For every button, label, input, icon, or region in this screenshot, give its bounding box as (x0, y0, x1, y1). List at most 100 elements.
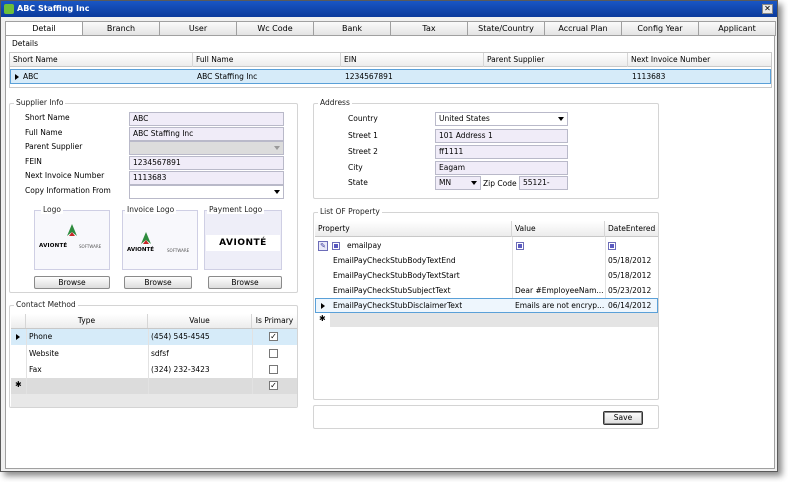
property-header: Property Value DateEntered (315, 221, 658, 237)
save-button[interactable]: Save (603, 411, 643, 425)
tab-bank[interactable]: Bank (313, 21, 391, 36)
col-next-invoice[interactable]: Next Invoice Number (628, 53, 771, 67)
property-row[interactable]: ✎ emailpay (315, 239, 658, 253)
invoice-logo-legend: Invoice Logo (125, 205, 177, 214)
payment-logo-browse-button[interactable]: Browse (208, 276, 282, 289)
supplier-info-legend: Supplier Info (14, 98, 66, 107)
contact-header: Type Value Is Primary (11, 314, 297, 329)
street1-field[interactable]: 101 Address 1 (435, 129, 568, 143)
contact-row[interactable]: Fax (324) 232-3423 (11, 362, 297, 378)
avionte-mark-icon (67, 224, 77, 236)
contact-row[interactable]: Website sdfsf (11, 346, 297, 362)
new-row-fill (330, 313, 658, 327)
payment-logo-box[interactable]: Payment Logo AVIONTÉ (204, 205, 282, 270)
tab-state-country[interactable]: State/Country (467, 21, 545, 36)
contact-row-selected[interactable]: Phone (454) 545-4545 ✓ (11, 329, 297, 345)
col-type[interactable]: Type (26, 314, 148, 328)
parent-supplier-dropdown[interactable] (129, 141, 284, 155)
state-value: MN (439, 178, 452, 187)
tab-user[interactable]: User (159, 21, 237, 36)
property-name: emailpay (347, 241, 382, 250)
logo-browse-button[interactable]: Browse (34, 276, 110, 289)
col-ein[interactable]: EIN (341, 53, 484, 67)
col-short-name[interactable]: Short Name (10, 53, 193, 67)
window-title: ABC Staffing Inc (17, 4, 90, 13)
state-dropdown[interactable]: MN (435, 176, 481, 190)
tab-wc-code[interactable]: Wc Code (236, 21, 314, 36)
chevron-down-icon (471, 181, 477, 185)
country-dropdown[interactable]: United States (435, 112, 568, 126)
contact-method-legend: Contact Method (14, 300, 78, 309)
contact-value: (324) 232-3423 (151, 365, 210, 374)
details-grid: Short Name Full Name EIN Parent Supplier… (9, 52, 772, 88)
property-row-selected[interactable]: EmailPayCheckStubDisclaimerText Emails a… (315, 298, 658, 313)
tab-config-year[interactable]: Config Year (621, 21, 699, 36)
country-label: Country (348, 114, 378, 123)
col-full-name[interactable]: Full Name (193, 53, 341, 67)
full-name-label: Full Name (25, 128, 63, 137)
contact-type: Website (29, 349, 59, 358)
col-value[interactable]: Value (148, 314, 252, 328)
chevron-down-icon (274, 190, 280, 194)
contact-new-row[interactable]: ✱ ✓ (11, 378, 297, 394)
address-group: Address Country United States Street 1 1… (313, 98, 659, 199)
col-property[interactable]: Property (315, 221, 512, 237)
avionte-mark-icon (141, 232, 151, 244)
zip-field[interactable]: 55121- (519, 176, 568, 190)
copy-info-dropdown[interactable] (129, 185, 284, 199)
short-name-field[interactable]: ABC (129, 112, 284, 126)
logo-legend: Logo (41, 205, 63, 214)
contact-value: (454) 545-4545 (151, 332, 210, 341)
tab-tax[interactable]: Tax (390, 21, 468, 36)
new-row-icon: ✱ (15, 380, 22, 389)
col-date-entered[interactable]: DateEntered (605, 221, 658, 237)
short-name-label: Short Name (25, 113, 70, 122)
col-value[interactable]: Value (512, 221, 605, 237)
chevron-down-icon (558, 117, 564, 121)
new-row-icon: ✱ (319, 314, 326, 323)
close-button[interactable]: ✕ (762, 4, 773, 14)
property-row[interactable]: EmailPayCheckStubBodyTextStart 05/18/201… (315, 268, 658, 283)
parent-supplier-label: Parent Supplier (25, 142, 83, 151)
street2-field[interactable]: ff1111 (435, 145, 568, 159)
city-field[interactable]: Eagam (435, 161, 568, 175)
property-row[interactable]: EmailPayCheckStubBodyTextEnd 05/18/2012 (315, 253, 658, 268)
full-name-field[interactable]: ABC Staffing Inc (129, 127, 284, 141)
tab-applicant[interactable]: Applicant (698, 21, 776, 36)
row-indicator-icon (321, 303, 325, 309)
logo-brand: AVIONTÉ (39, 243, 68, 249)
primary-checkbox[interactable] (269, 349, 278, 358)
supplier-info-group: Supplier Info Short Name ABC Full Name A… (9, 98, 298, 293)
col-is-primary[interactable]: Is Primary (252, 314, 297, 328)
address-legend: Address (318, 98, 352, 107)
property-row[interactable]: EmailPayCheckStubSubjectText Dear #Emplo… (315, 283, 658, 298)
state-label: State (348, 178, 368, 187)
primary-checkbox[interactable] (269, 365, 278, 374)
details-header: Short Name Full Name EIN Parent Supplier… (10, 53, 771, 67)
tab-accrual-plan[interactable]: Accrual Plan (544, 21, 622, 36)
details-row[interactable]: ABC ABC Staffing Inc 1234567891 1113683 (10, 69, 771, 84)
city-label: City (348, 163, 363, 172)
invoice-logo-box[interactable]: Invoice Logo AVIONTÉ SOFTWARE (122, 205, 198, 270)
property-legend: List OF Property (318, 207, 382, 216)
row-header-cell (11, 314, 26, 328)
col-parent-supplier[interactable]: Parent Supplier (484, 53, 628, 67)
property-date: 05/18/2012 (608, 271, 652, 280)
property-name: EmailPayCheckStubBodyTextEnd (333, 256, 456, 265)
row-indicator-icon (15, 74, 19, 80)
contact-type: Fax (29, 365, 42, 374)
col-divider (252, 329, 253, 394)
invoice-logo-browse-button[interactable]: Browse (124, 276, 192, 289)
primary-checkbox[interactable]: ✓ (269, 332, 278, 341)
fein-field[interactable]: 1234567891 (129, 156, 284, 170)
property-new-row[interactable]: ✱ (315, 313, 658, 327)
primary-checkbox[interactable]: ✓ (269, 381, 278, 390)
tab-branch[interactable]: Branch (82, 21, 160, 36)
save-panel: Save (313, 405, 659, 429)
logo-box[interactable]: Logo AVIONTÉ SOFTWARE (34, 205, 110, 270)
grid-footer (11, 394, 297, 407)
property-date: 05/23/2012 (608, 286, 652, 295)
tab-bar: Detail Branch User Wc Code Bank Tax Stat… (5, 21, 776, 37)
property-name: EmailPayCheckStubBodyTextStart (333, 271, 460, 280)
next-invoice-field[interactable]: 1113683 (129, 171, 284, 185)
